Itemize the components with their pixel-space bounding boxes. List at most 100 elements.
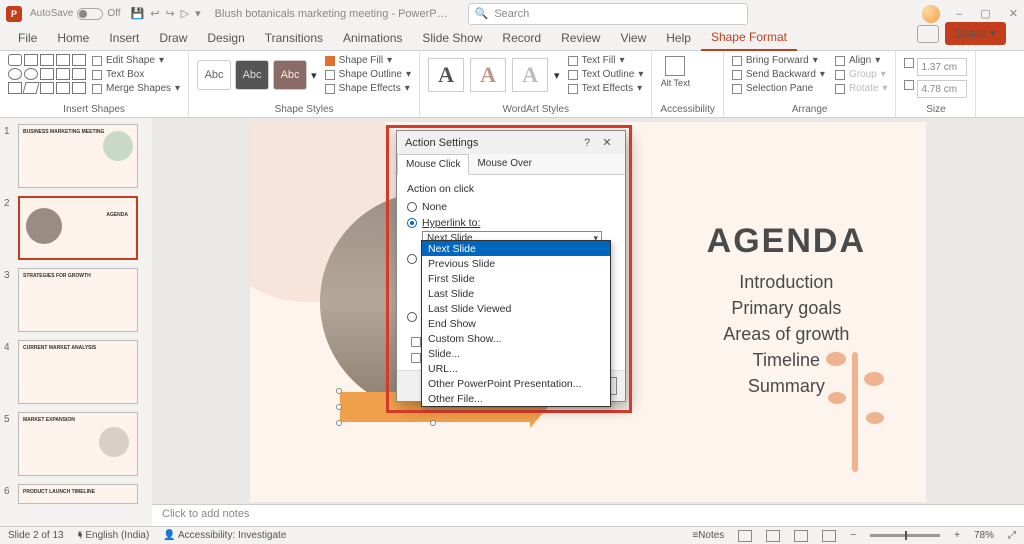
dropdown-option[interactable]: Next Slide <box>422 241 610 256</box>
tab-slideshow[interactable]: Slide Show <box>412 27 492 50</box>
height-icon <box>904 58 914 68</box>
reading-view-icon[interactable] <box>794 530 808 542</box>
accessibility-button[interactable]: 👤 Accessibility: Investigate <box>163 530 286 541</box>
thumbnail-6[interactable]: PRODUCT LAUNCH TIMELINE <box>18 484 138 504</box>
tab-help[interactable]: Help <box>656 27 701 50</box>
zoom-in-button[interactable]: + <box>954 530 960 541</box>
save-icon[interactable]: 💾 <box>131 7 145 20</box>
radio-none[interactable]: None <box>407 199 615 215</box>
width-input[interactable]: 4.78 cm <box>917 80 967 98</box>
agenda-heading: AGENDA <box>707 222 866 261</box>
text-effects-icon <box>568 84 578 94</box>
dropdown-option[interactable]: Previous Slide <box>422 256 610 271</box>
notes-button[interactable]: ≡Notes <box>692 530 724 541</box>
text-effects-button[interactable]: Text Effects ▾ <box>568 82 644 96</box>
thumbnail-5[interactable]: MARKET EXPANSION <box>18 412 138 476</box>
thumbnail-2[interactable]: AGENDA <box>18 196 138 260</box>
height-input[interactable]: 1.37 cm <box>917 58 967 76</box>
zoom-slider[interactable] <box>870 534 940 537</box>
sorter-view-icon[interactable] <box>766 530 780 542</box>
shape-outline-button[interactable]: Shape Outline ▾ <box>325 68 411 82</box>
selection-pane-icon <box>732 84 742 94</box>
present-icon[interactable]: ▷ <box>181 7 189 20</box>
align-button[interactable]: Align ▾ <box>835 54 888 68</box>
autosave-toggle[interactable]: AutoSave Off <box>30 8 121 20</box>
qat-more-icon[interactable]: ▾ <box>195 7 201 20</box>
slideshow-view-icon[interactable] <box>822 530 836 542</box>
tab-shape-format[interactable]: Shape Format <box>701 26 797 51</box>
bring-forward-button[interactable]: Bring Forward ▾ <box>732 54 825 68</box>
alt-text-button[interactable]: Alt Text <box>660 54 690 88</box>
slide-position[interactable]: Slide 2 of 13 <box>8 530 64 541</box>
tab-animations[interactable]: Animations <box>333 27 412 50</box>
shape-style-gallery[interactable]: Abc Abc Abc ▾ <box>197 60 317 90</box>
dropdown-option[interactable]: Last Slide Viewed <box>422 301 610 316</box>
redo-icon[interactable]: ↪ <box>165 7 174 20</box>
send-backward-button[interactable]: Send Backward ▾ <box>732 68 825 82</box>
fit-to-window-button[interactable]: ⤢ <box>1008 530 1016 541</box>
undo-icon[interactable]: ↩ <box>150 7 159 20</box>
radio-hyperlink[interactable]: Hyperlink to: <box>407 215 615 231</box>
decor-branch <box>816 332 896 472</box>
dropdown-option[interactable]: First Slide <box>422 271 610 286</box>
thumbnail-3[interactable]: STRATEGIES FOR GROWTH <box>18 268 138 332</box>
tab-view[interactable]: View <box>610 27 656 50</box>
search-placeholder: Search <box>494 8 529 20</box>
send-backward-icon <box>732 70 742 80</box>
notes-pane[interactable]: Click to add notes <box>152 504 1024 526</box>
tab-design[interactable]: Design <box>197 27 254 50</box>
text-outline-button[interactable]: Text Outline ▾ <box>568 68 644 82</box>
tab-file[interactable]: File <box>8 27 47 50</box>
dropdown-option[interactable]: Slide... <box>422 346 610 361</box>
wordart-gallery[interactable]: A A A ▾ <box>428 58 560 92</box>
group-button[interactable]: Group ▾ <box>835 68 888 82</box>
merge-shapes-icon <box>92 84 102 94</box>
text-box-button[interactable]: Text Box <box>92 68 180 82</box>
tab-home[interactable]: Home <box>47 27 99 50</box>
text-outline-icon <box>568 70 578 80</box>
selection-pane-button[interactable]: Selection Pane <box>732 82 825 96</box>
dialog-close-button[interactable]: ✕ <box>597 136 617 149</box>
text-box-icon <box>92 70 102 80</box>
thumbnail-1[interactable]: BUSINESS MARKETING MEETING <box>18 124 138 188</box>
tab-draw[interactable]: Draw <box>149 27 197 50</box>
dialog-title: Action Settings <box>405 137 577 149</box>
rotate-icon <box>835 84 845 94</box>
tab-mouse-over[interactable]: Mouse Over <box>469 154 539 174</box>
toggle-icon[interactable] <box>77 8 103 20</box>
dropdown-option[interactable]: Other File... <box>422 391 610 406</box>
shape-fill-button[interactable]: Shape Fill ▾ <box>325 54 411 68</box>
search-input[interactable]: 🔍 Search <box>468 3 748 25</box>
dropdown-option[interactable]: Last Slide <box>422 286 610 301</box>
rotate-button[interactable]: Rotate ▾ <box>835 82 888 96</box>
dropdown-option[interactable]: Custom Show... <box>422 331 610 346</box>
merge-shapes-button[interactable]: Merge Shapes ▾ <box>92 82 180 96</box>
thumbnail-4[interactable]: CURRENT MARKET ANALYSIS <box>18 340 138 404</box>
text-fill-button[interactable]: Text Fill ▾ <box>568 54 644 68</box>
tab-review[interactable]: Review <box>551 27 610 50</box>
dialog-help-button[interactable]: ? <box>577 137 597 149</box>
tab-record[interactable]: Record <box>492 27 551 50</box>
shape-effects-button[interactable]: Shape Effects ▾ <box>325 82 411 96</box>
dropdown-option[interactable]: URL... <box>422 361 610 376</box>
tab-insert[interactable]: Insert <box>99 27 149 50</box>
edit-shape-button[interactable]: Edit Shape ▾ <box>92 54 180 68</box>
comments-button[interactable] <box>917 25 939 43</box>
fill-icon <box>325 56 335 66</box>
dropdown-option[interactable]: Other PowerPoint Presentation... <box>422 376 610 391</box>
bring-forward-icon <box>732 56 742 66</box>
gallery-more-icon[interactable]: ▾ <box>554 69 560 82</box>
group-size: 1.37 cm 4.78 cm Size <box>896 51 976 117</box>
language-button[interactable]: 🖣 English (India) <box>78 530 150 541</box>
tab-transitions[interactable]: Transitions <box>255 27 333 50</box>
outline-icon <box>325 70 335 80</box>
zoom-level[interactable]: 78% <box>974 530 994 541</box>
tab-mouse-click[interactable]: Mouse Click <box>397 154 469 175</box>
shapes-gallery[interactable] <box>8 54 86 94</box>
share-button[interactable]: Share ▾ <box>945 22 1006 45</box>
zoom-out-button[interactable]: − <box>850 530 856 541</box>
gallery-more-icon[interactable]: ▾ <box>311 69 317 82</box>
search-icon: 🔍 <box>475 7 489 20</box>
dropdown-option[interactable]: End Show <box>422 316 610 331</box>
normal-view-icon[interactable] <box>738 530 752 542</box>
